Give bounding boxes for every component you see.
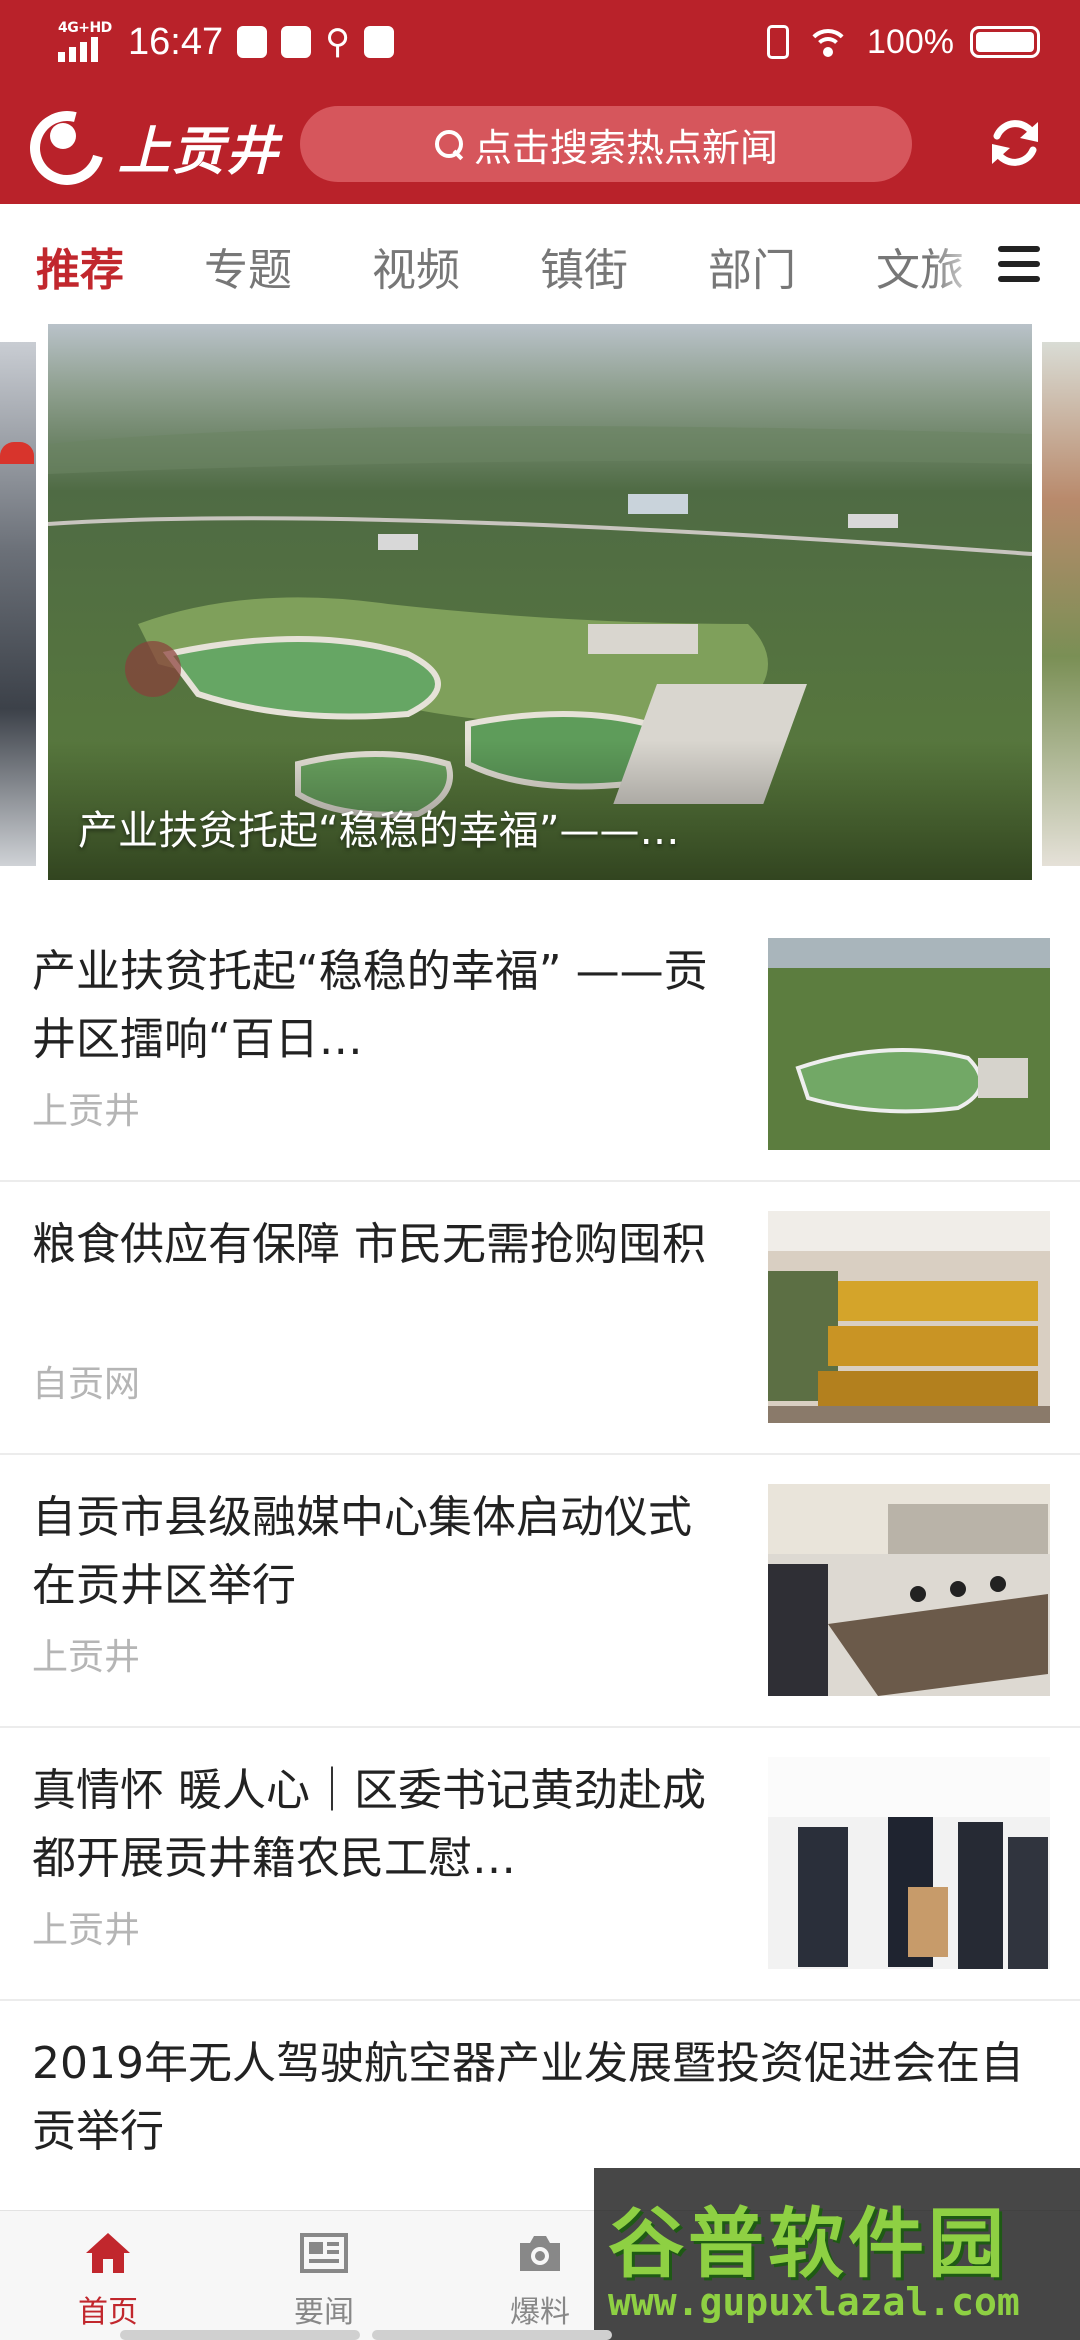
search-icon <box>434 129 464 159</box>
headline-carousel[interactable]: 产业扶贫托起“稳稳的幸福”——… <box>0 324 1080 884</box>
refresh-icon[interactable] <box>984 112 1046 174</box>
nav-headlines[interactable]: 要闻 <box>254 2229 394 2331</box>
signal-icon: 4G+HD <box>58 20 114 64</box>
clock: 16:47 <box>128 20 224 63</box>
news-thumbnail <box>768 1484 1050 1696</box>
news-item[interactable]: 产业扶贫托起“稳稳的幸福” ——贡井区擂响“百日… 上贡井 <box>0 910 1080 1182</box>
tab-towns[interactable]: 镇街 <box>540 234 628 298</box>
nav-tipoff-label: 爆料 <box>510 2295 570 2330</box>
news-item[interactable]: 真情怀 暖人心｜区委书记黄劲赴成都开展贡井籍农民工慰… 上贡井 <box>0 1729 1080 2001</box>
carousel-prev-slide[interactable] <box>0 342 36 866</box>
checklist-icon <box>237 26 268 58</box>
carousel-slide[interactable]: 产业扶贫托起“稳稳的幸福”——… <box>48 324 1032 880</box>
news-title: 粮食供应有保障 市民无需抢购囤积 <box>32 1219 706 1270</box>
vibrate-icon <box>767 25 790 59</box>
status-right: 100% <box>767 14 1040 70</box>
slide-caption: 产业扶贫托起“稳稳的幸福”——… <box>78 808 680 854</box>
app-header: 4G+HD 16:47 ⚲ 100% 上贡井 点击搜索热点新闻 <box>0 0 1080 204</box>
header-nav-row: 上贡井 点击搜索热点新闻 <box>0 96 1080 199</box>
newspaper-icon <box>300 2233 348 2273</box>
news-thumbnail <box>768 1757 1050 1969</box>
battery-icon <box>970 26 1040 58</box>
channel-menu-icon[interactable] <box>998 246 1040 282</box>
camera-icon <box>520 2236 560 2271</box>
gesture-bar <box>120 2330 360 2340</box>
home-icon <box>86 2233 130 2273</box>
search-placeholder: 点击搜索热点新闻 <box>473 125 778 170</box>
network-type: 4G+HD <box>58 20 112 36</box>
battery-percent: 100% <box>867 22 954 61</box>
nav-home[interactable]: 首页 <box>38 2229 178 2331</box>
news-title: 自贡市县级融媒中心集体启动仪式在贡井区举行 <box>32 1492 692 1611</box>
carousel-next-slide[interactable] <box>1042 342 1080 866</box>
news-source: 上贡井 <box>32 1910 141 1951</box>
news-item[interactable]: 粮食供应有保障 市民无需抢购囤积 自贡网 <box>0 1183 1080 1455</box>
logo-mark-icon <box>16 97 118 199</box>
app-notification-icon <box>281 26 312 58</box>
news-source: 上贡井 <box>32 1637 141 1678</box>
news-thumbnail <box>768 1211 1050 1423</box>
tab-departments[interactable]: 部门 <box>708 234 796 298</box>
nav-headlines-label: 要闻 <box>294 2295 354 2330</box>
tab-topics[interactable]: 专题 <box>204 234 292 298</box>
app-logo[interactable]: 上贡井 <box>16 97 281 199</box>
wifi-icon <box>805 25 851 59</box>
usb-icon: ⚲ <box>325 22 350 62</box>
news-title: 产业扶贫托起“稳稳的幸福” ——贡井区擂响“百日… <box>32 946 708 1065</box>
news-thumbnail <box>768 938 1050 1150</box>
news-title: 真情怀 暖人心｜区委书记黄劲赴成都开展贡井籍农民工慰… <box>32 1765 706 1884</box>
watermark-title: 谷普软件园 <box>608 2199 1008 2288</box>
news-source: 上贡井 <box>32 1091 141 1132</box>
logo-text: 上贡井 <box>118 120 281 182</box>
news-title: 2019年无人驾驶航空器产业发展暨投资促进会在自贡举行 <box>32 2038 1024 2157</box>
search-bar[interactable]: 点击搜索热点新闻 <box>300 106 912 182</box>
site-watermark: 谷普软件园 www.gupuxlazal.com <box>594 2168 1080 2340</box>
status-left: 4G+HD 16:47 ⚲ <box>58 14 394 70</box>
gesture-bar <box>372 2330 612 2340</box>
tab-recommend[interactable]: 推荐 <box>36 234 124 298</box>
news-item[interactable]: 自贡市县级融媒中心集体启动仪式在贡井区举行 上贡井 <box>0 1456 1080 1728</box>
status-bar: 4G+HD 16:47 ⚲ 100% <box>0 0 1080 84</box>
nav-tipoff[interactable]: 爆料 <box>470 2229 610 2331</box>
tab-video[interactable]: 视频 <box>372 234 460 298</box>
nav-home-label: 首页 <box>78 2295 138 2330</box>
message-icon <box>364 26 394 58</box>
category-tabs: 推荐 专题 视频 镇街 部门 文旅 <box>0 204 1080 324</box>
news-source: 自贡网 <box>32 1364 141 1405</box>
watermark-url: www.gupuxlazal.com <box>608 2280 1020 2324</box>
